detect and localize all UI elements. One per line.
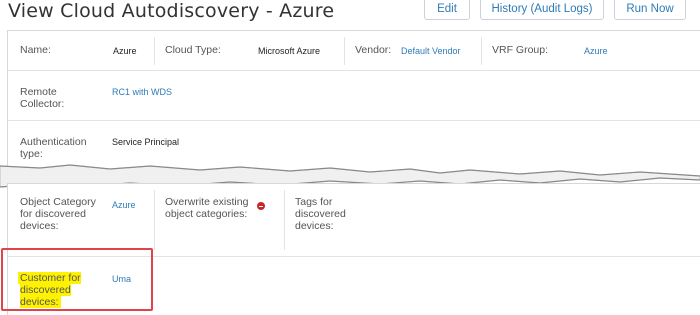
- authentication-type-label: Authentication type:: [20, 136, 87, 160]
- object-category-label: Object Category for discovered devices:: [20, 196, 96, 232]
- column-divider: [154, 190, 155, 250]
- callout-highlight-box: [1, 248, 153, 311]
- remote-collector-label: Remote Collector:: [20, 86, 65, 110]
- vendor-label: Vendor:: [355, 44, 392, 56]
- vrf-group-link[interactable]: Azure: [584, 45, 608, 57]
- column-divider: [284, 190, 285, 250]
- no-entry-icon: [257, 202, 265, 210]
- column-divider: [344, 37, 345, 65]
- history-audit-logs-button[interactable]: History (Audit Logs): [480, 0, 604, 20]
- remote-collector-link[interactable]: RC1 with WDS: [112, 86, 172, 98]
- name-value: Azure: [113, 46, 137, 56]
- name-label: Name:: [20, 44, 51, 56]
- authentication-type-value: Service Principal: [112, 137, 180, 147]
- cloud-type-value: Microsoft Azure: [258, 46, 321, 56]
- tags-label: Tags for discovered devices:: [295, 196, 346, 232]
- row-remote-collector: Remote Collector: RC1 with WDS: [8, 71, 700, 121]
- column-divider: [481, 37, 482, 65]
- row-name-type-vendor-vrf: Name: Azure Cloud Type: Microsoft Azure …: [8, 31, 700, 71]
- vrf-group-label: VRF Group:: [492, 44, 549, 56]
- column-divider: [154, 37, 155, 65]
- page-title: View Cloud Autodiscovery - Azure: [8, 0, 335, 22]
- run-now-button[interactable]: Run Now: [614, 0, 686, 20]
- object-category-link[interactable]: Azure: [112, 199, 136, 211]
- overwrite-categories-label: Overwrite existing object categories:: [165, 196, 249, 220]
- cloud-type-label: Cloud Type:: [165, 44, 221, 56]
- edit-button[interactable]: Edit: [424, 0, 470, 20]
- details-panel-top: Name: Azure Cloud Type: Microsoft Azure …: [7, 30, 700, 168]
- row-object-category: Object Category for discovered devices: …: [8, 184, 700, 257]
- vendor-link[interactable]: Default Vendor: [401, 45, 461, 57]
